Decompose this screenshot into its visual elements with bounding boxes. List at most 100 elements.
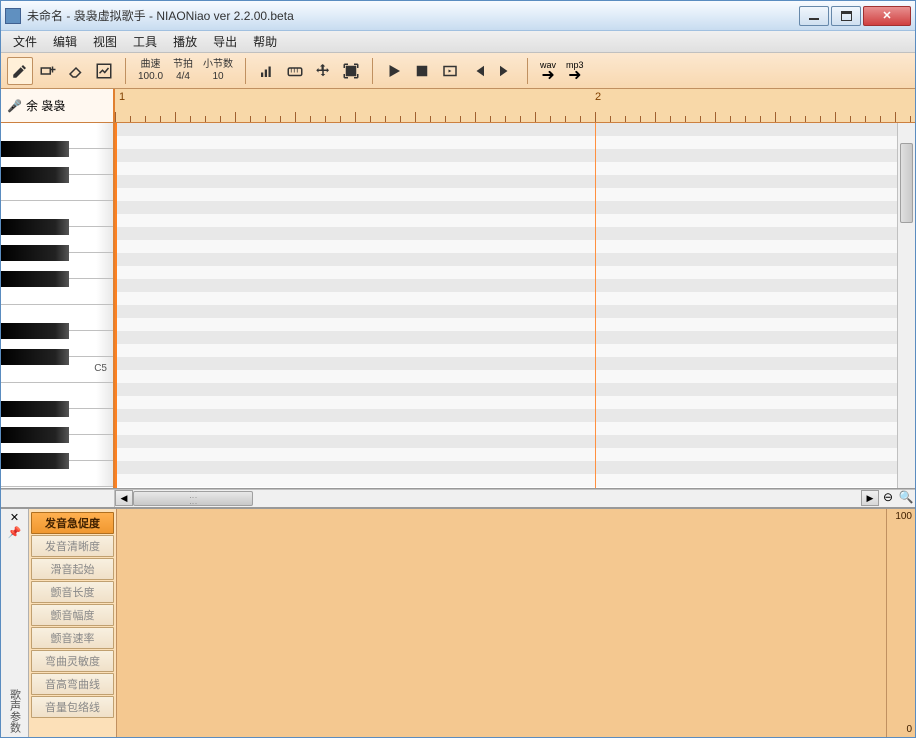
panel-side-controls: ✕ 📌 歌声参数 xyxy=(1,509,29,737)
hscroll-right-button[interactable]: ▶ xyxy=(861,490,879,506)
note-grid[interactable] xyxy=(115,123,897,488)
export-wav-button[interactable]: wav ➜ xyxy=(536,60,560,82)
param-button-2[interactable]: 滑音起始 xyxy=(31,558,114,580)
beat-label: 节拍 xyxy=(173,59,193,71)
black-key[interactable] xyxy=(1,349,69,365)
hscroll-left-button[interactable]: ◀ xyxy=(115,490,133,506)
track-header[interactable]: 🎤 余 袅袅 xyxy=(1,89,115,122)
black-key[interactable] xyxy=(1,141,69,157)
titlebar: 未命名 - 袅袅虚拟歌手 - NIAONiao ver 2.2.00.beta xyxy=(1,1,915,31)
eraser-tool-button[interactable] xyxy=(63,57,89,85)
stop-button[interactable] xyxy=(409,57,435,85)
black-key[interactable] xyxy=(1,427,69,443)
window-title: 未命名 - 袅袅虚拟歌手 - NIAONiao ver 2.2.00.beta xyxy=(27,7,797,24)
keyboard-icon xyxy=(286,62,304,80)
zoom-out-button[interactable]: ⊖ xyxy=(879,490,897,507)
param-button-6[interactable]: 弯曲灵敏度 xyxy=(31,650,114,672)
tempo-value: 100.0 xyxy=(138,71,163,83)
plus-rect-icon xyxy=(39,62,57,80)
minimize-button[interactable] xyxy=(799,6,829,26)
panel-close-button[interactable]: ✕ xyxy=(10,511,19,524)
ruler-mark-2: 2 xyxy=(595,91,601,103)
measures-value: 10 xyxy=(212,71,223,83)
next-button[interactable] xyxy=(493,57,519,85)
beat-value: 4/4 xyxy=(176,71,190,83)
vscroll-thumb[interactable] xyxy=(900,143,913,223)
black-key[interactable] xyxy=(1,323,69,339)
export-mp3-button[interactable]: mp3 ➜ xyxy=(562,60,588,82)
black-key[interactable] xyxy=(1,401,69,417)
menu-edit[interactable]: 编辑 xyxy=(45,31,85,52)
param-button-8[interactable]: 音量包络线 xyxy=(31,696,114,718)
chart-button[interactable] xyxy=(91,57,117,85)
param-button-7[interactable]: 音高弯曲线 xyxy=(31,673,114,695)
param-button-1[interactable]: 发音清晰度 xyxy=(31,535,114,557)
black-key[interactable] xyxy=(1,245,69,261)
app-icon xyxy=(5,8,21,24)
close-button[interactable] xyxy=(863,6,911,26)
black-key[interactable] xyxy=(1,219,69,235)
measure-line xyxy=(595,123,596,488)
hscroll-thumb[interactable] xyxy=(133,491,253,506)
hscroll-row: ◀ ▶ ⊖ 🔍 xyxy=(1,489,915,507)
menubar: 文件 编辑 视图 工具 播放 导出 帮助 xyxy=(1,31,915,53)
singer-name: 余 袅袅 xyxy=(26,97,65,114)
fullscreen-button[interactable] xyxy=(338,57,364,85)
play-button[interactable] xyxy=(381,57,407,85)
fullscreen-icon xyxy=(342,62,360,80)
menu-export[interactable]: 导出 xyxy=(205,31,245,52)
menu-file[interactable]: 文件 xyxy=(5,31,45,52)
scale-max: 100 xyxy=(895,511,912,522)
move-icon xyxy=(314,62,332,80)
ruler-mark-1: 1 xyxy=(119,91,125,103)
measures-label: 小节数 xyxy=(203,59,233,71)
menu-tools[interactable]: 工具 xyxy=(125,31,165,52)
next-icon xyxy=(497,62,515,80)
param-button-3[interactable]: 颤音长度 xyxy=(31,581,114,603)
black-key[interactable] xyxy=(1,167,69,183)
playhead[interactable] xyxy=(115,123,117,488)
pencil-icon xyxy=(11,62,29,80)
timeline-ruler[interactable]: 1 2 xyxy=(115,89,915,122)
add-note-button[interactable] xyxy=(35,57,61,85)
prev-icon xyxy=(469,62,487,80)
maximize-button[interactable] xyxy=(831,6,861,26)
black-key[interactable] xyxy=(1,453,69,469)
bars-button[interactable] xyxy=(254,57,280,85)
arrow-right-icon: ➜ xyxy=(568,70,581,82)
menu-view[interactable]: 视图 xyxy=(85,31,125,52)
piano-keyboard[interactable]: C5 xyxy=(1,123,115,488)
vertical-scrollbar[interactable] xyxy=(897,123,915,488)
param-button-0[interactable]: 发音急促度 xyxy=(31,512,114,534)
key-label-c5: C5 xyxy=(94,363,107,374)
measures-display[interactable]: 小节数 10 xyxy=(199,59,237,83)
panel-pin-button[interactable]: 📌 xyxy=(8,526,22,539)
menu-help[interactable]: 帮助 xyxy=(245,31,285,52)
loop-icon xyxy=(441,62,459,80)
parameter-panel: ✕ 📌 歌声参数 发音急促度发音清晰度滑音起始颤音长度颤音幅度颤音速率弯曲灵敏度… xyxy=(1,507,915,737)
param-button-4[interactable]: 颤音幅度 xyxy=(31,604,114,626)
black-key[interactable] xyxy=(1,271,69,287)
play-icon xyxy=(385,62,403,80)
parameter-list: 发音急促度发音清晰度滑音起始颤音长度颤音幅度颤音速率弯曲灵敏度音高弯曲线音量包络… xyxy=(29,509,117,737)
chart-icon xyxy=(95,62,113,80)
app-window: 未命名 - 袅袅虚拟歌手 - NIAONiao ver 2.2.00.beta … xyxy=(0,0,916,738)
main-area: 🎤 余 袅袅 1 2 C5 ◀ xyxy=(1,89,915,737)
move-button[interactable] xyxy=(310,57,336,85)
stop-icon xyxy=(413,62,431,80)
beat-display[interactable]: 节拍 4/4 xyxy=(169,59,197,83)
menu-play[interactable]: 播放 xyxy=(165,31,205,52)
loop-button[interactable] xyxy=(437,57,463,85)
pianoroll: C5 xyxy=(1,123,915,489)
bars-icon xyxy=(258,62,276,80)
prev-button[interactable] xyxy=(465,57,491,85)
horizontal-scrollbar[interactable]: ◀ ▶ xyxy=(115,490,879,507)
track-header-row: 🎤 余 袅袅 1 2 xyxy=(1,89,915,123)
pencil-tool-button[interactable] xyxy=(7,57,33,85)
param-button-5[interactable]: 颤音速率 xyxy=(31,627,114,649)
mic-icon: 🎤 xyxy=(7,99,22,113)
tempo-display[interactable]: 曲速 100.0 xyxy=(134,59,167,83)
keyboard-button[interactable] xyxy=(282,57,308,85)
parameter-canvas[interactable] xyxy=(117,509,887,737)
zoom-in-button[interactable]: 🔍 xyxy=(897,490,915,507)
